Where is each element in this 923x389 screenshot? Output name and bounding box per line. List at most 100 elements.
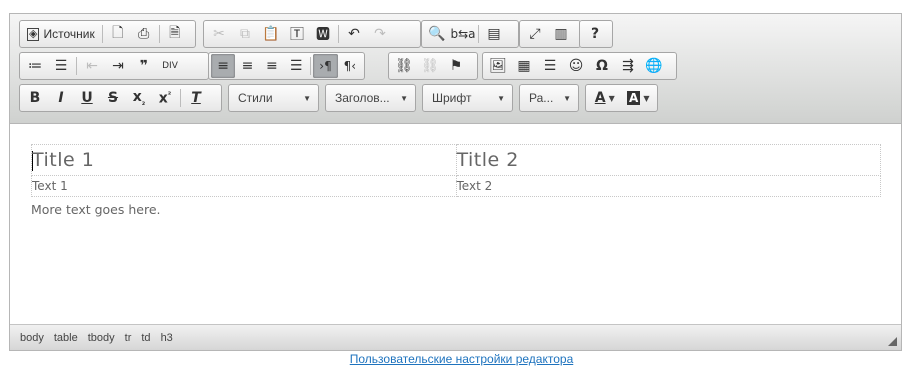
element-path-bar: body table tbody tr td h3: [10, 324, 901, 350]
special-char-button[interactable]: Ω: [589, 54, 615, 78]
select-all-button[interactable]: ▤: [481, 22, 507, 46]
cut-button[interactable]: ✂: [206, 22, 232, 46]
font-size-dropdown[interactable]: Ра... ▼: [519, 84, 579, 112]
chevron-down-icon: ▼: [303, 93, 311, 103]
path-item-table[interactable]: table: [54, 332, 78, 344]
font-size-dropdown-label: Ра...: [529, 91, 554, 105]
chevron-down-icon: ▼: [608, 93, 615, 103]
path-item-tbody[interactable]: tbody: [88, 332, 115, 344]
strike-button[interactable]: S: [100, 86, 126, 110]
paste-text-button[interactable]: 🅃: [284, 22, 310, 46]
horizontal-line-button[interactable]: ☰: [537, 54, 563, 78]
strikethrough-icon: S: [107, 90, 119, 106]
source-button[interactable]: ◈ Источник: [22, 22, 100, 46]
ltr-icon: ›¶: [319, 59, 332, 73]
select-all-icon: ▤: [487, 26, 501, 42]
replace-button[interactable]: b⇆a: [450, 22, 476, 46]
separator: [180, 89, 181, 107]
paste-button[interactable]: 📋: [258, 22, 284, 46]
undo-button[interactable]: ↶: [341, 22, 367, 46]
table-cell[interactable]: Title 1: [31, 144, 457, 176]
underline-button[interactable]: U: [74, 86, 100, 110]
rtl-button[interactable]: ¶‹: [338, 54, 362, 78]
page-break-button[interactable]: ⇶: [615, 54, 641, 78]
table-cell[interactable]: Title 2: [455, 144, 881, 176]
omega-icon: Ω: [596, 58, 608, 74]
italic-button[interactable]: I: [48, 86, 74, 110]
search-icon: 🔍: [428, 26, 446, 42]
styles-dropdown[interactable]: Стили ▼: [228, 84, 319, 112]
path-item-tr[interactable]: tr: [125, 332, 132, 344]
table-heading: Title 2: [456, 149, 519, 171]
document-group: ◈ Источник 🗋 ⎙ 🗎: [19, 20, 196, 48]
create-div-button[interactable]: DIV: [157, 54, 183, 78]
numbered-list-button[interactable]: ≔: [22, 54, 48, 78]
smiley-icon: ☺: [568, 58, 584, 74]
globe-icon: 🌐: [645, 58, 663, 74]
italic-icon: I: [58, 90, 64, 106]
chevron-down-icon: ▼: [400, 93, 408, 103]
bulleted-list-icon: ☰: [54, 58, 68, 74]
path-item-body[interactable]: body: [20, 332, 44, 344]
superscript-button[interactable]: x²: [152, 86, 178, 110]
bold-button[interactable]: B: [22, 86, 48, 110]
separator: [76, 57, 77, 75]
paste-word-button[interactable]: 🆆: [310, 22, 336, 46]
align-right-button[interactable]: ≡: [260, 54, 284, 78]
toolbar-row-2: ≔ ☰ ⇤ ⇥ ❞ DIV ≡ ≡ ≡ ☰ ›¶ ¶‹ ⛓ ⛓ ⚑ 🖼 ▦ ☰ …: [17, 52, 901, 84]
copy-button[interactable]: ⧉: [232, 22, 258, 46]
templates-button[interactable]: 🗎: [162, 22, 188, 46]
find-button[interactable]: 🔍: [424, 22, 450, 46]
image-button[interactable]: 🖼: [485, 54, 511, 78]
subscript-button[interactable]: x₂: [126, 86, 152, 110]
maximize-button[interactable]: ⤢: [522, 22, 548, 46]
remove-format-button[interactable]: T: [183, 86, 209, 110]
justify-button[interactable]: ☰: [284, 54, 308, 78]
subscript-icon: x₂: [132, 89, 146, 107]
preview-button[interactable]: 🗋: [105, 22, 131, 46]
editing-area[interactable]: Title 1 Title 2 Text 1 Text 2 More text …: [10, 124, 901, 324]
templates-icon: 🗎: [169, 25, 181, 41]
iframe-button[interactable]: 🌐: [641, 54, 667, 78]
unlink-button[interactable]: ⛓: [417, 54, 443, 78]
list-indent-group: ≔ ☰ ⇤ ⇥ ❞ DIV: [19, 52, 209, 80]
show-blocks-button[interactable]: ▥: [548, 22, 574, 46]
bulleted-list-button[interactable]: ☰: [48, 54, 74, 78]
anchor-button[interactable]: ⚑: [443, 54, 469, 78]
horizontal-line-icon: ☰: [543, 58, 557, 74]
table-cell[interactable]: Text 2: [455, 175, 881, 197]
link-button[interactable]: ⛓: [391, 54, 417, 78]
path-item-h3[interactable]: h3: [161, 332, 173, 344]
text-color-button[interactable]: A ▼: [588, 86, 622, 110]
smiley-button[interactable]: ☺: [563, 54, 589, 78]
table-cell[interactable]: Text 1: [31, 175, 457, 197]
chevron-down-icon: ▼: [497, 93, 505, 103]
print-button[interactable]: ⎙: [131, 22, 157, 46]
ltr-button[interactable]: ›¶: [313, 54, 338, 78]
font-dropdown[interactable]: Шрифт ▼: [422, 84, 513, 112]
print-icon: ⎙: [138, 26, 150, 42]
path-item-td[interactable]: td: [141, 332, 150, 344]
resize-handle-icon[interactable]: [888, 337, 897, 346]
align-center-button[interactable]: ≡: [235, 54, 259, 78]
outdent-button[interactable]: ⇤: [79, 54, 105, 78]
rtl-icon: ¶‹: [343, 59, 357, 73]
table-row: Title 1 Title 2: [31, 144, 881, 176]
align-left-button[interactable]: ≡: [211, 54, 236, 78]
source-button-label: Источник: [43, 27, 95, 41]
undo-icon: ↶: [348, 26, 360, 42]
indent-icon: ⇥: [112, 58, 124, 74]
redo-button[interactable]: ↷: [367, 22, 393, 46]
content-table[interactable]: Title 1 Title 2 Text 1 Text 2: [31, 144, 881, 197]
about-button[interactable]: ?: [582, 22, 608, 46]
flag-icon: ⚑: [449, 58, 463, 74]
numbered-list-icon: ≔: [28, 58, 42, 74]
background-color-button[interactable]: A ▼: [622, 86, 656, 110]
table-button[interactable]: ▦: [511, 54, 537, 78]
editor-settings-link[interactable]: Пользовательские настройки редактора: [0, 352, 923, 366]
indent-button[interactable]: ⇥: [105, 54, 131, 78]
paste-text-icon: 🅃: [290, 27, 304, 43]
toolbar-row-3: B I U S x₂ x² T Стили ▼ Заголов... ▼ Шри…: [17, 84, 901, 116]
format-dropdown[interactable]: Заголов... ▼: [325, 84, 416, 112]
blockquote-button[interactable]: ❞: [131, 54, 157, 78]
